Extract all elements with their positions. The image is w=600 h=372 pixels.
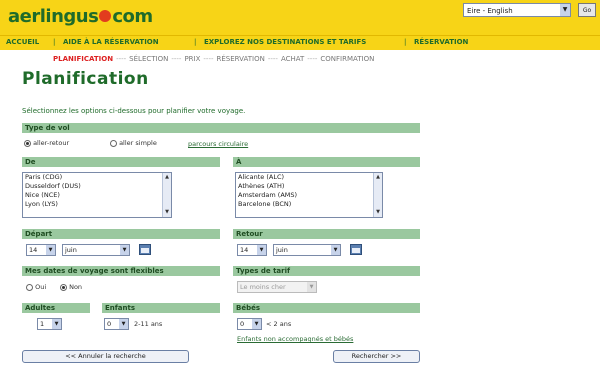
list-item[interactable]: Athènes (ATH) [236, 182, 382, 191]
infants-select[interactable]: 0 ▼ [237, 318, 262, 330]
scroll-down-icon[interactable]: ▼ [164, 209, 170, 216]
multi-city-link[interactable]: parcours circulaire [188, 140, 248, 148]
adults-select[interactable]: 1 ▼ [37, 318, 62, 330]
aer-lingus-logo[interactable]: aerlingus com [8, 6, 153, 27]
nav-separator: | [53, 38, 56, 46]
search-button[interactable]: Rechercher >> [333, 350, 420, 363]
list-item[interactable]: Amsterdam (AMS) [236, 191, 382, 200]
step-confirmation: CONFIRMATION [320, 55, 375, 63]
depart-month-select[interactable]: juin ▼ [62, 244, 130, 256]
main-nav: ACCUEIL | AIDE À LA RÉSERVATION | EXPLOR… [0, 35, 600, 50]
language-select[interactable]: Eire - English ▼ [463, 3, 571, 17]
nav-separator: | [194, 38, 197, 46]
to-airport-list[interactable]: Alicante (ALC) Athènes (ATH) Amsterdam (… [235, 172, 383, 218]
list-item[interactable]: Alicante (ALC) [236, 173, 382, 182]
list-item[interactable]: Lyon (LYS) [23, 200, 171, 209]
radio-button[interactable] [26, 283, 33, 291]
step-price: PRIX [184, 55, 201, 63]
radio-button[interactable] [24, 139, 31, 147]
trip-type-oneway[interactable]: aller simple [110, 139, 157, 147]
scrollbar[interactable]: ▲ ▼ [162, 173, 171, 217]
chevron-down-icon: ▼ [52, 319, 61, 329]
nav-item-help[interactable]: AIDE À LA RÉSERVATION [63, 38, 159, 46]
nav-item-booking[interactable]: RÉSERVATION [414, 38, 468, 46]
children-header: Enfants [102, 303, 220, 313]
chevron-down-icon: ▼ [307, 282, 316, 292]
calendar-icon[interactable] [139, 244, 151, 255]
depart-day-select[interactable]: 14 ▼ [26, 244, 56, 256]
trip-type-round[interactable]: aller-retour [24, 139, 69, 147]
return-header: Retour [233, 229, 420, 239]
adults-header: Adultes [22, 303, 90, 313]
nav-separator: | [404, 38, 407, 46]
chevron-down-icon: ▼ [560, 4, 570, 16]
list-item[interactable]: Barcelone (BCN) [236, 200, 382, 209]
from-airport-list[interactable]: Paris (CDG) Dusseldorf (DUS) Nice (NCE) … [22, 172, 172, 218]
flexible-no[interactable]: Non [60, 283, 82, 291]
return-month-select[interactable]: juin ▼ [273, 244, 341, 256]
depart-header: Départ [22, 229, 220, 239]
scroll-up-icon[interactable]: ▲ [164, 174, 170, 181]
to-header: À [233, 157, 420, 167]
nav-item-home[interactable]: ACCUEIL [6, 38, 39, 46]
chevron-down-icon: ▼ [331, 245, 340, 255]
chevron-down-icon: ▼ [252, 319, 261, 329]
logo-text: aerlingus [8, 6, 99, 27]
chevron-down-icon: ▼ [257, 245, 266, 255]
language-value: Eire - English [467, 7, 513, 15]
return-day-select[interactable]: 14 ▼ [237, 244, 267, 256]
step-selection: SÉLECTION [129, 55, 169, 63]
list-item[interactable]: Nice (NCE) [23, 191, 171, 200]
step-purchase: ACHAT [280, 55, 305, 63]
children-select[interactable]: 0 ▼ [104, 318, 129, 330]
step-reservation: RÉSERVATION [216, 55, 265, 63]
from-header: De [22, 157, 220, 167]
list-item[interactable]: Paris (CDG) [23, 173, 171, 182]
page-title: Planification [22, 69, 149, 89]
radio-button[interactable] [110, 139, 117, 147]
intro-text: Sélectionnez les options ci-dessous pour… [22, 107, 246, 115]
children-age-note: 2-11 ans [134, 320, 163, 328]
booking-steps: PLANIFICATION ---- SÉLECTION ---- PRIX ---- RÉ… [53, 55, 375, 63]
flexible-dates-header: Mes dates de voyage sont flexibles [22, 266, 220, 276]
infants-age-note: < 2 ans [266, 320, 292, 328]
chevron-down-icon: ▼ [119, 319, 128, 329]
top-header: aerlingus com Eire - English ▼ Go [0, 0, 600, 35]
step-planning: PLANIFICATION [53, 55, 114, 63]
chevron-down-icon: ▼ [120, 245, 129, 255]
calendar-icon[interactable] [350, 244, 362, 255]
go-button[interactable]: Go [578, 3, 596, 17]
fare-type-select[interactable]: Le moins cher ▼ [237, 281, 317, 293]
shamrock-dot-icon [99, 9, 112, 22]
trip-type-header: Type de vol [22, 123, 420, 133]
cancel-search-button[interactable]: << Annuler la recherche [22, 350, 189, 363]
list-item[interactable]: Dusseldorf (DUS) [23, 182, 171, 191]
infants-header: Bébés [233, 303, 420, 313]
radio-button[interactable] [60, 283, 67, 291]
unaccompanied-children-link[interactable]: Enfants non accompagnés et bébés [237, 335, 353, 343]
scroll-down-icon[interactable]: ▼ [375, 209, 381, 216]
fare-type-header: Types de tarif [233, 266, 420, 276]
scroll-up-icon[interactable]: ▲ [375, 174, 381, 181]
nav-item-destinations[interactable]: EXPLOREZ NOS DESTINATIONS ET TARIFS [204, 38, 366, 46]
flexible-yes[interactable]: Oui [26, 283, 46, 291]
chevron-down-icon: ▼ [46, 245, 55, 255]
scrollbar[interactable]: ▲ ▼ [373, 173, 382, 217]
logo-suffix: com [112, 6, 153, 27]
